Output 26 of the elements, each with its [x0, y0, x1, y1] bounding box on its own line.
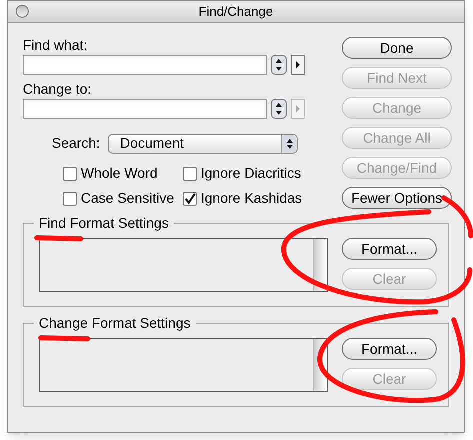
search-label: Search:	[52, 134, 100, 153]
checkbox[interactable]	[183, 166, 197, 180]
group-title: Change Format Settings	[34, 315, 196, 331]
stepper-icon[interactable]	[271, 99, 287, 119]
dialog-button[interactable]: Done	[342, 37, 452, 59]
search-dropdown[interactable]: Document	[108, 134, 298, 154]
input-field[interactable]	[23, 99, 267, 119]
checkbox[interactable]	[63, 166, 77, 180]
checkbox-label: Whole Word	[81, 164, 158, 183]
field-label: Change to:	[23, 81, 92, 97]
dialog-button[interactable]: Fewer Options	[342, 187, 452, 209]
stepper-icon	[286, 138, 294, 150]
checkbox-label: Ignore Diacritics	[201, 164, 302, 183]
stepper-icon[interactable]	[271, 55, 287, 75]
checkbox-label: Case Sensitive	[81, 189, 174, 208]
field-label: Find what:	[23, 37, 89, 53]
format-button[interactable]: Format...	[342, 238, 437, 260]
input-field[interactable]	[23, 55, 267, 75]
scrollbar[interactable]	[313, 239, 327, 291]
format-button[interactable]: Format...	[342, 338, 437, 360]
close-icon[interactable]	[16, 5, 29, 18]
checkbox[interactable]	[183, 192, 197, 206]
checkbox-label: Ignore Kashidas	[201, 189, 302, 208]
group-title: Find Format Settings	[34, 215, 174, 231]
window-title: Find/Change	[198, 2, 274, 21]
checkbox[interactable]	[63, 192, 77, 206]
